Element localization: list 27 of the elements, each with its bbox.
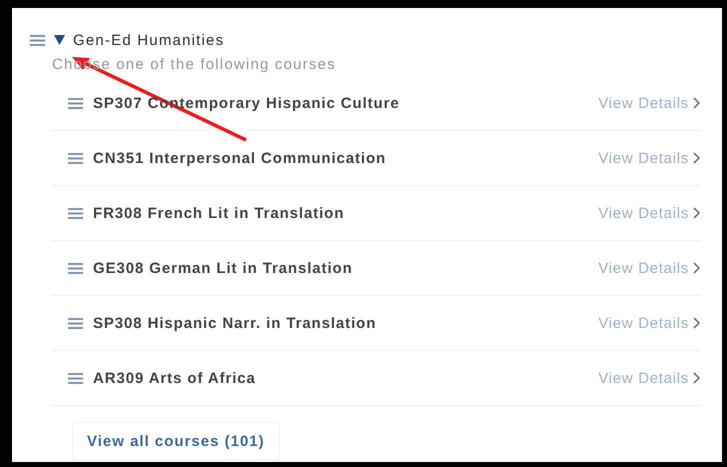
drag-handle-icon[interactable] — [30, 34, 45, 46]
view-details-link[interactable]: View Details — [598, 204, 689, 222]
group-title: Gen-Ed Humanities — [73, 32, 224, 48]
chevron-right-icon[interactable] — [693, 372, 700, 384]
view-all-courses-button[interactable]: View all courses (101) — [72, 422, 280, 461]
chevron-right-icon[interactable] — [693, 262, 700, 274]
view-details-link[interactable]: View Details — [598, 314, 689, 332]
view-details-link[interactable]: View Details — [598, 150, 689, 166]
view-details-link[interactable]: View Details — [598, 260, 689, 276]
view-details-link[interactable]: View Details — [598, 370, 689, 386]
drag-handle-icon[interactable] — [68, 152, 83, 164]
chevron-right-icon[interactable] — [693, 97, 700, 109]
collapse-icon[interactable] — [54, 35, 65, 45]
drag-handle-icon[interactable] — [68, 262, 83, 274]
chevron-right-icon[interactable] — [693, 152, 700, 164]
chevron-right-icon[interactable] — [693, 317, 700, 329]
chevron-right-icon[interactable] — [693, 207, 700, 219]
drag-handle-icon[interactable] — [68, 372, 83, 384]
drag-handle-icon[interactable] — [68, 208, 83, 218]
course-name: FR308 French Lit in Translation — [93, 204, 344, 222]
course-name: GE308 German Lit in Translation — [93, 260, 353, 276]
drag-handle-icon[interactable] — [68, 98, 83, 108]
drag-handle-icon[interactable] — [68, 318, 83, 328]
course-name: CN351 Interpersonal Communication — [93, 150, 386, 166]
course-name: SP308 Hispanic Narr. in Translation — [93, 314, 376, 332]
view-details-link[interactable]: View Details — [598, 94, 689, 112]
course-name: AR309 Arts of Africa — [93, 370, 256, 386]
